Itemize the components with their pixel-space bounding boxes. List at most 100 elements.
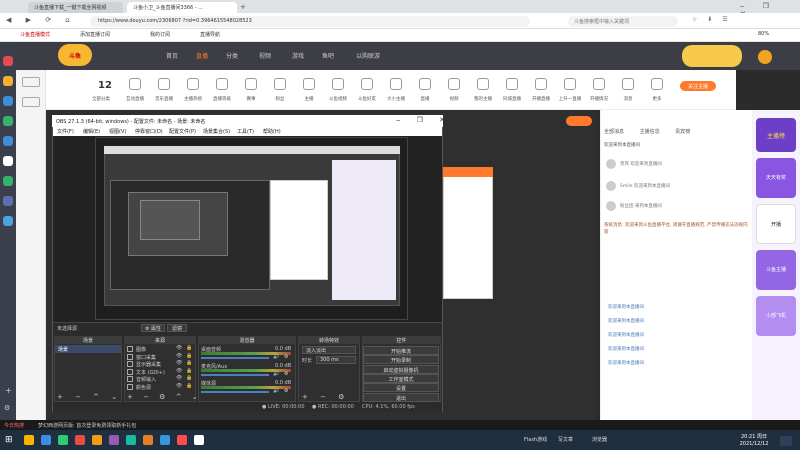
taskbar-app-write[interactable]: 写文章 [558, 436, 573, 443]
app-icon[interactable] [3, 56, 13, 66]
sidebar-icon[interactable] [22, 97, 40, 107]
control-button[interactable]: 工作室模式 [363, 373, 439, 383]
category-icon[interactable] [332, 78, 344, 90]
app-icon[interactable] [3, 156, 13, 166]
app-icon[interactable] [3, 136, 13, 146]
bookmark-4[interactable]: 直播导航 [200, 31, 220, 38]
search-input[interactable]: 斗鱼搜索框中输入关键词 [568, 16, 678, 27]
visibility-icon[interactable]: 👁 [176, 375, 182, 381]
obs-menu-item[interactable]: 工具(T) [237, 128, 254, 135]
obs-title-bar[interactable]: OBS 27.1.3 (64-bit, windows) - 配置文件: 未命名… [52, 115, 443, 127]
news-ticker[interactable]: 梦幻西游网页版: 首次登录免费领取新手礼包 [38, 422, 136, 429]
browser-tab-2[interactable]: 斗鱼小卫_斗鱼直播间3366 - ... [127, 2, 237, 13]
gear-icon[interactable]: ⚙ [4, 404, 10, 412]
category-label[interactable]: 斗鱼视频 [323, 96, 353, 102]
obs-menu-item[interactable]: 场景集合(S) [203, 128, 230, 135]
category-icon[interactable] [129, 78, 141, 90]
obs-menu-item[interactable]: 编辑(E) [83, 128, 100, 135]
category-icon[interactable] [361, 78, 373, 90]
bookmark-1[interactable]: 斗鱼直播模式 [20, 31, 50, 38]
taskbar-app-icon[interactable] [58, 435, 68, 445]
sidebar-icon[interactable] [22, 77, 40, 87]
source-item[interactable]: 窗口采集 [136, 354, 156, 361]
category-label[interactable]: 主播 [294, 96, 324, 102]
douyu-logo[interactable]: 斗鱼 [58, 44, 92, 66]
taskbar-app-icon[interactable] [177, 435, 187, 445]
properties-button[interactable]: ⚙ 属性 [141, 324, 165, 332]
source-item[interactable]: 文本 (GDI+) [136, 369, 165, 376]
sources-dock-controls[interactable]: + − ⚙ ^ ⌄ [127, 393, 202, 401]
notification-icon[interactable] [780, 436, 792, 446]
taskbar-app-icon[interactable] [194, 435, 204, 445]
promo-card[interactable]: 开播 [756, 204, 796, 244]
follow-button[interactable]: 关注主播 [680, 81, 716, 91]
all-categories-label[interactable]: 全部分类 [92, 96, 110, 102]
taskbar-app-icon[interactable] [126, 435, 136, 445]
nav-shop[interactable]: 以购联游 [356, 51, 380, 60]
speaker-icon[interactable]: 🔊 [273, 371, 279, 377]
category-label[interactable]: 斗鱼好友 [352, 96, 382, 102]
category-label[interactable]: 互动直播 [120, 96, 150, 102]
app-icon[interactable] [3, 96, 13, 106]
category-icon[interactable] [216, 78, 228, 90]
control-button[interactable]: 退出 [363, 392, 439, 402]
category-icon[interactable] [593, 78, 605, 90]
source-item[interactable]: 图像 [136, 346, 146, 353]
taskbar-app-icon[interactable] [92, 435, 102, 445]
transition-select[interactable]: 淡入淡出 [302, 346, 356, 354]
category-icon[interactable] [564, 78, 576, 90]
obs-menu-item[interactable]: 停靠窗口(D) [135, 128, 163, 135]
taskbar-app-flash[interactable]: Flash游戏 [524, 436, 547, 443]
promo-card[interactable]: 小部飞机 [756, 296, 796, 336]
lock-icon[interactable]: 🔒 [186, 368, 192, 374]
browser-toolbar-icons[interactable]: ☆ ⬇ ☰ [692, 16, 792, 26]
category-label[interactable]: 我的主播 [468, 96, 498, 102]
background-dialog[interactable] [443, 167, 493, 299]
transition-controls[interactable]: + − ⚙ [302, 393, 349, 401]
source-item[interactable]: 音频输入 [136, 376, 156, 383]
taskbar-app-icon[interactable] [41, 435, 51, 445]
url-field[interactable]: https://www.douyu.com/2306807 ?rid=0.396… [90, 16, 530, 27]
category-icon[interactable] [622, 78, 634, 90]
chat-tab[interactable]: 贵宾榜 [675, 129, 690, 135]
category-icon[interactable] [158, 78, 170, 90]
speaker-icon[interactable]: 🔊 [273, 388, 279, 394]
speaker-icon[interactable]: 🔊 [273, 354, 279, 360]
category-label[interactable]: 音乐直播 [149, 96, 179, 102]
category-icon[interactable] [448, 78, 460, 90]
promo-card[interactable]: 主播榜 [756, 118, 796, 152]
nav-buttons[interactable]: ◀ ▶ ⟳ ⌂ [6, 16, 76, 24]
clock-date[interactable]: 2021/12/12 [734, 441, 774, 447]
volume-slider[interactable] [201, 357, 269, 359]
taskbar-app-browser[interactable]: 浏览器 [592, 436, 607, 443]
app-icon[interactable] [3, 76, 13, 86]
obs-menu-item[interactable]: 配置文件(P) [169, 128, 196, 135]
app-icon[interactable] [3, 176, 13, 186]
avatar[interactable] [758, 50, 772, 64]
category-label[interactable]: 直播 [410, 96, 440, 102]
browser-tab-1[interactable]: 斗鱼直播下载_一键下载全网视频 [28, 2, 123, 13]
category-label[interactable]: 主播热榜 [178, 96, 208, 102]
lock-icon[interactable]: 🔒 [186, 383, 192, 389]
nav-video[interactable]: 视频 [259, 51, 271, 60]
visibility-icon[interactable]: 👁 [176, 353, 182, 359]
lock-icon[interactable]: 🔒 [186, 375, 192, 381]
obs-menu-item[interactable]: 视图(V) [109, 128, 126, 135]
new-tab-button[interactable]: + [240, 3, 246, 11]
category-label[interactable]: 大小主播 [381, 96, 411, 102]
category-icon[interactable] [651, 78, 663, 90]
taskbar-app-icon[interactable] [143, 435, 153, 445]
nav-game[interactable]: 游戏 [292, 51, 304, 60]
scene-item[interactable]: 场景 [55, 345, 121, 353]
volume-slider[interactable] [201, 374, 269, 376]
visibility-icon[interactable]: 👁 [176, 360, 182, 366]
duration-input[interactable]: 300 ms [316, 356, 356, 364]
nav-home[interactable]: 首页 [166, 51, 178, 60]
category-label[interactable]: 视频 [439, 96, 469, 102]
add-icon[interactable]: + [5, 386, 12, 395]
gear-icon[interactable]: ⚙ [284, 354, 288, 360]
app-icon[interactable] [3, 196, 13, 206]
visibility-icon[interactable]: 👁 [176, 383, 182, 389]
visibility-icon[interactable]: 👁 [176, 368, 182, 374]
category-label[interactable]: 上升一直播 [555, 96, 585, 102]
